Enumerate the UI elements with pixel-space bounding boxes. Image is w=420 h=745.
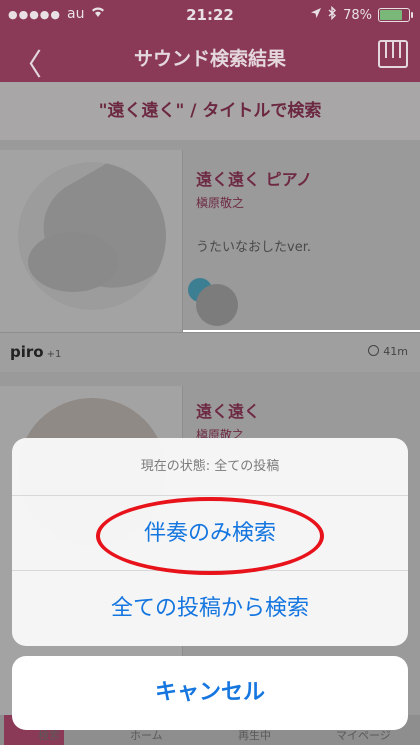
status-bar: ●●●●● au 21:22 78%: [0, 0, 420, 30]
cancel-button[interactable]: キャンセル: [12, 656, 408, 730]
post-time: 41m: [368, 345, 408, 358]
battery-percent: 78%: [343, 7, 372, 23]
time-ago: 41m: [383, 345, 408, 358]
user-name-text: piro: [10, 343, 44, 361]
thumbnail-image: [18, 162, 166, 310]
bluetooth-icon: [328, 5, 337, 24]
user-extra: +1: [46, 349, 62, 360]
post-comment: うたいなおしたver.: [196, 240, 311, 255]
song-title: 遠く遠く: [196, 402, 261, 421]
nav-bar: 〈 サウンド検索結果: [0, 30, 420, 83]
user-avatar-2[interactable]: [196, 284, 238, 326]
result-thumbnail: [0, 150, 182, 335]
clock-icon: [368, 345, 380, 356]
battery-icon: [378, 8, 413, 22]
piano-icon[interactable]: [378, 40, 408, 68]
status-right: 78%: [310, 5, 413, 24]
action-sheet-header: 現在の状態: 全ての投稿: [12, 438, 408, 496]
page-title: サウンド検索結果: [133, 48, 286, 70]
user-name: piro +1: [10, 343, 61, 361]
artist-name: 槇原敬之: [196, 196, 245, 210]
action-sheet: 現在の状態: 全ての投稿 伴奏のみ検索 全ての投稿から検索: [12, 438, 408, 646]
accompaniment-only-search-button[interactable]: 伴奏のみ検索: [12, 496, 408, 571]
result-item[interactable]: 遠く遠く ピアノ 槇原敬之 うたいなおしたver.: [0, 140, 420, 335]
battery-fill: [380, 10, 402, 20]
song-title: 遠く遠く ピアノ: [196, 170, 313, 189]
location-icon: [310, 7, 322, 23]
post-user-row[interactable]: piro +1 41m: [0, 332, 420, 372]
all-posts-search-button[interactable]: 全ての投稿から検索: [12, 571, 408, 646]
search-query-banner: "遠く遠く" / タイトルで検索: [0, 82, 420, 140]
